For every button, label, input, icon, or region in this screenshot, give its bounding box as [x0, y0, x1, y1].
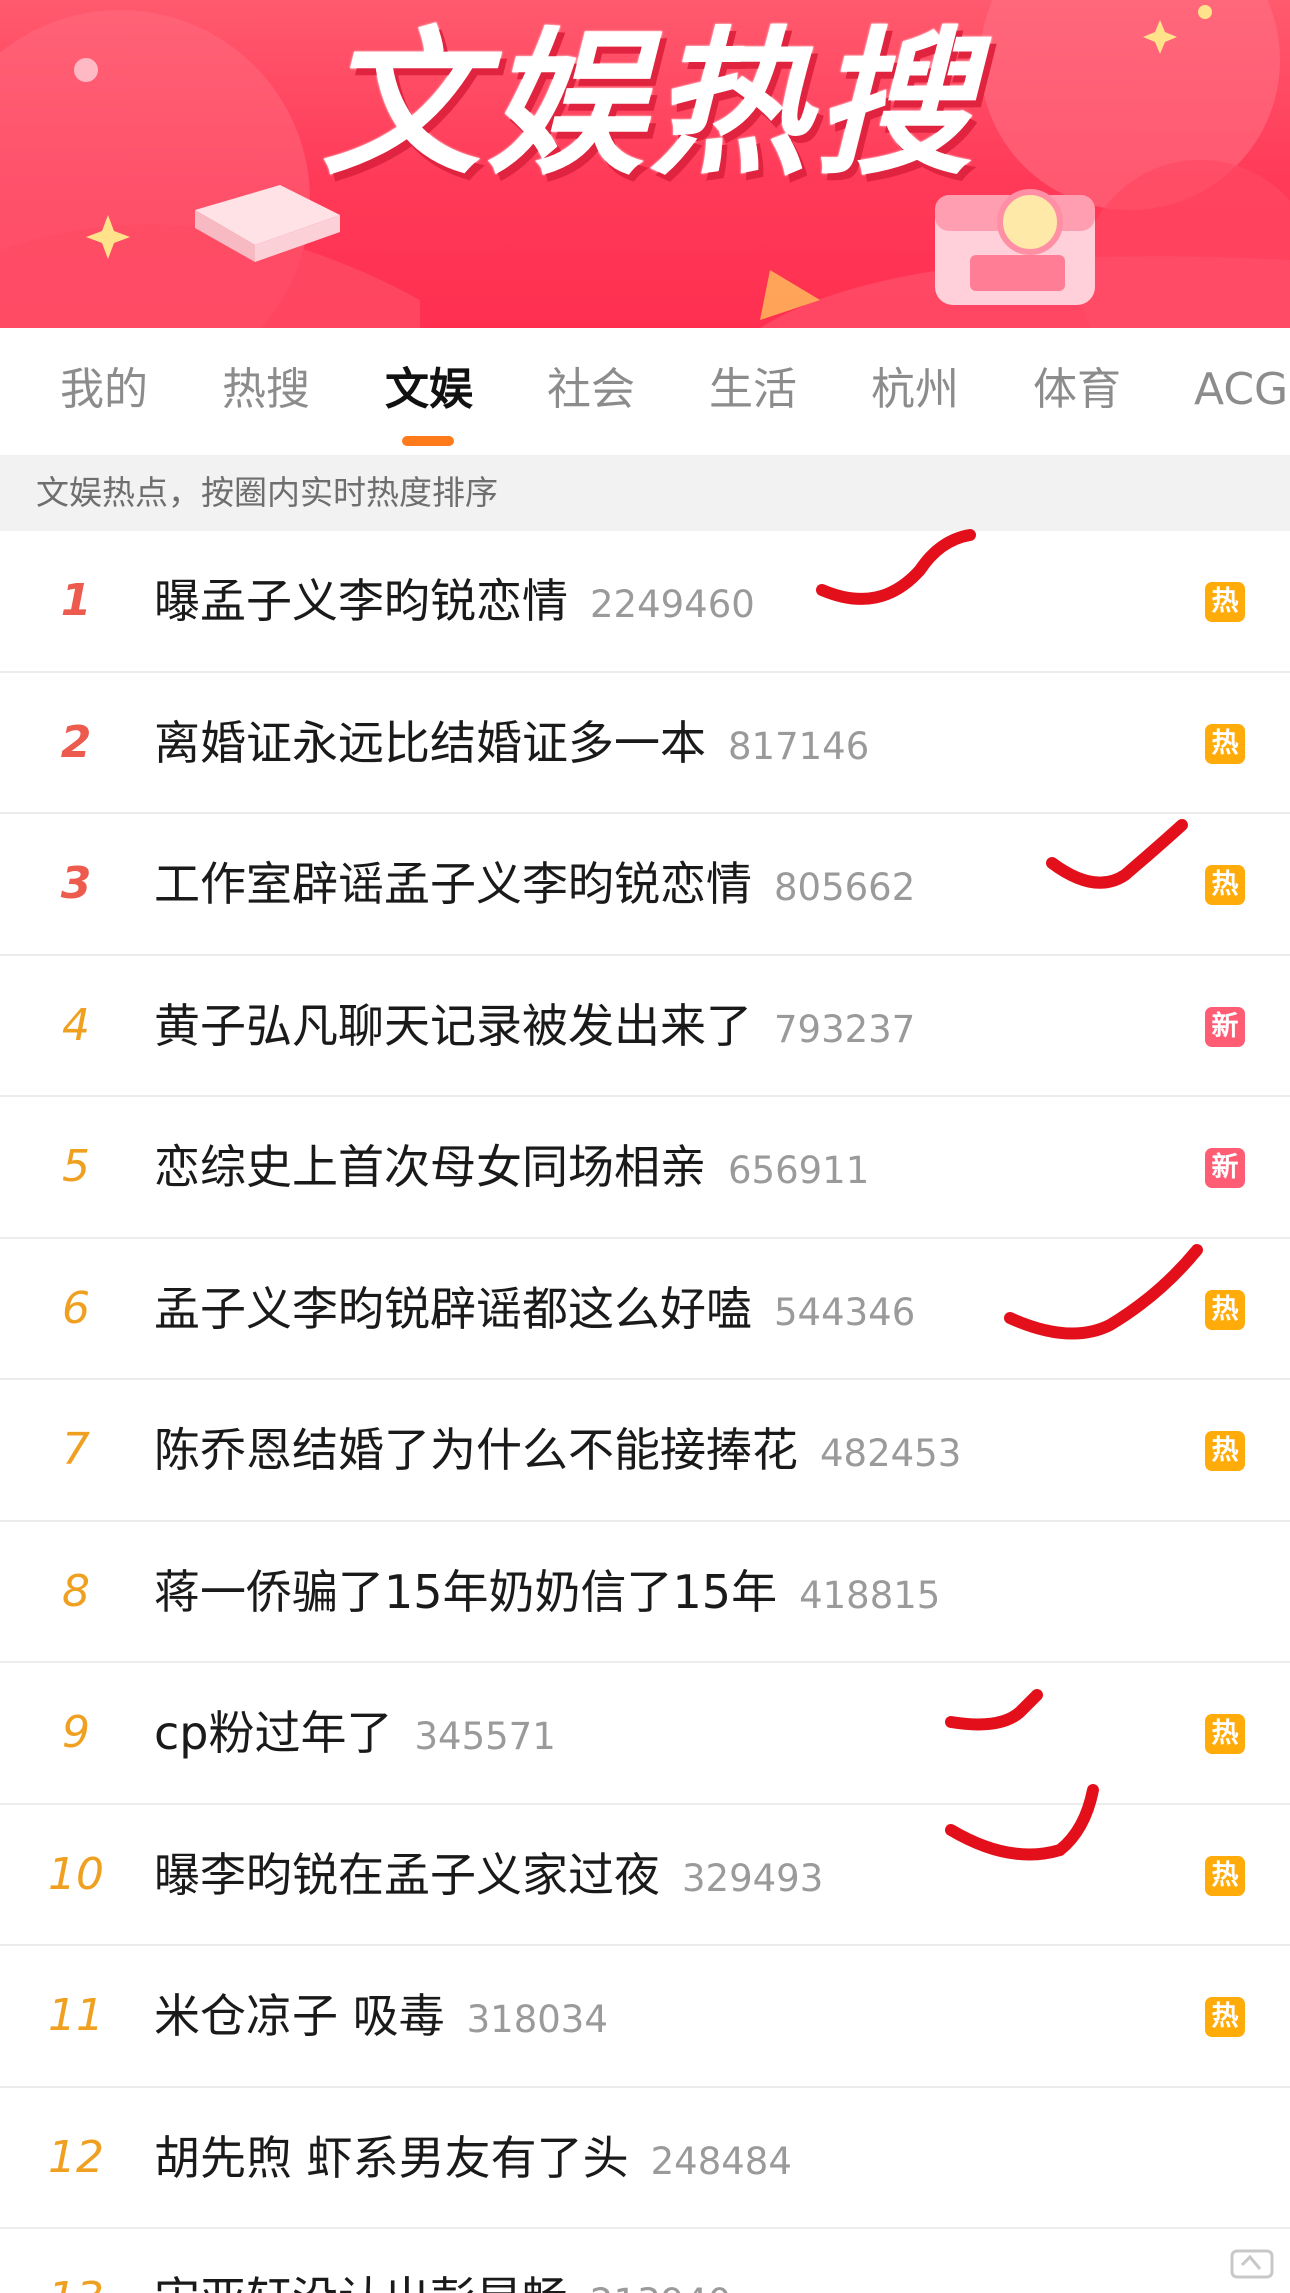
tab-entertainment[interactable]: 文娱: [385, 360, 473, 420]
item-text: 孟子义李昀锐辟谣都这么好嗑 544346: [154, 1239, 915, 1379]
item-title[interactable]: 黄子弘凡聊天记录被发出来了: [154, 999, 752, 1053]
item-title[interactable]: 宋亚轩没认出彭昱畅: [154, 2272, 568, 2293]
rank-number: 11: [48, 1990, 104, 2041]
hot-badge: 热: [1205, 1855, 1245, 1896]
heat-count: 318034: [466, 1998, 608, 2041]
item-title[interactable]: 蒋一侨骗了15年奶奶信了15年: [154, 1565, 777, 1619]
hot-search-list: 1 曝孟子义李昀锐恋情 2249460 热 2 离婚证永远比结婚证多一本 817146 热 3 工…: [0, 531, 1290, 2293]
item-title[interactable]: 陈乔恩结婚了为什么不能接捧花: [154, 1423, 798, 1477]
tab-life[interactable]: 生活: [709, 360, 797, 420]
item-text: 胡先煦 虾系男友有了头 248484: [154, 2088, 792, 2228]
new-badge: 新: [1205, 1148, 1245, 1188]
heat-count: 2249460: [590, 583, 755, 626]
list-item[interactable]: 4 黄子弘凡聊天记录被发出来了 793237 新: [0, 956, 1290, 1097]
category-tab-bar: 我的 热搜 文娱 社会 生活 杭州 体育 ACG: [0, 328, 1290, 454]
rank-number: 13: [36, 2229, 116, 2293]
rank-number: 8: [62, 1565, 90, 1617]
tab-sports[interactable]: 体育: [1033, 360, 1121, 420]
hot-badge: 热: [1205, 1714, 1245, 1754]
list-item[interactable]: 6 孟子义李昀锐辟谣都这么好嗑 544346 热: [0, 1239, 1290, 1380]
screenshot-corner-icon: [1230, 2249, 1274, 2279]
item-title[interactable]: 米仓凉子 吸毒: [154, 1989, 445, 2043]
item-text: 离婚证永远比结婚证多一本 817146: [154, 673, 869, 813]
item-title[interactable]: 曝孟子义李昀锐恋情: [154, 574, 568, 628]
heat-count: 329493: [682, 1856, 824, 1900]
rank-number: 5: [62, 1141, 90, 1192]
item-title[interactable]: cp粉过年了: [154, 1706, 393, 1760]
heat-count: 418815: [799, 1573, 941, 1617]
heat-count: 817146: [728, 724, 870, 768]
rank-number: 6: [62, 1282, 90, 1334]
new-badge: 新: [1205, 1006, 1245, 1047]
list-item[interactable]: 12 胡先煦 虾系男友有了头 248484: [0, 2088, 1290, 2229]
item-text: 黄子弘凡聊天记录被发出来了 793237: [154, 956, 915, 1096]
item-title[interactable]: 孟子义李昀锐辟谣都这么好嗑: [154, 1282, 752, 1336]
heat-count: 805662: [774, 866, 916, 909]
item-text: 米仓凉子 吸毒 318034: [154, 1946, 608, 2086]
item-title[interactable]: 工作室辟谣孟子义李昀锐恋情: [154, 857, 752, 911]
list-item[interactable]: 3 工作室辟谣孟子义李昀锐恋情 805662 热: [0, 814, 1290, 956]
tab-hot-search[interactable]: 热搜: [222, 360, 310, 420]
item-text: cp粉过年了 345571: [154, 1663, 556, 1803]
tab-society[interactable]: 社会: [547, 360, 635, 420]
item-text: 曝李昀锐在孟子义家过夜 329493: [154, 1805, 823, 1945]
item-text: 工作室辟谣孟子义李昀锐恋情 805662: [154, 814, 915, 954]
item-title[interactable]: 离婚证永远比结婚证多一本: [154, 716, 706, 770]
hot-badge: 热: [1205, 582, 1245, 622]
heat-count: 482453: [820, 1432, 962, 1475]
list-item[interactable]: 8 蒋一侨骗了15年奶奶信了15年 418815: [0, 1522, 1290, 1663]
hot-badge: 热: [1205, 865, 1245, 905]
list-item[interactable]: 13 宋亚轩没认出彭昱畅 213940: [0, 2229, 1290, 2293]
list-item[interactable]: 1 曝孟子义李昀锐恋情 2249460 热: [0, 531, 1290, 673]
heat-count: 213940: [590, 2281, 731, 2293]
tab-hangzhou[interactable]: 杭州: [871, 360, 959, 420]
active-tab-indicator: [402, 436, 454, 446]
rank-number: 7: [62, 1424, 90, 1475]
rank-number: 4: [62, 999, 90, 1051]
item-text: 宋亚轩没认出彭昱畅 213940: [154, 2229, 731, 2293]
hot-badge: 热: [1205, 723, 1245, 764]
rank-number: 3: [60, 858, 92, 909]
rank-number: 12: [48, 2131, 104, 2183]
camera-icon: [935, 189, 1095, 305]
list-item[interactable]: 11 米仓凉子 吸毒 318034 热: [0, 1946, 1290, 2088]
rank-number: 10: [48, 1848, 104, 1900]
tab-mine[interactable]: 我的: [60, 360, 148, 420]
item-text: 曝孟子义李昀锐恋情 2249460: [154, 531, 755, 671]
list-item[interactable]: 9 cp粉过年了 345571 热: [0, 1663, 1290, 1805]
heat-count: 345571: [414, 1715, 556, 1758]
banner: 文娱热搜: [0, 0, 1290, 328]
item-title[interactable]: 胡先煦 虾系男友有了头: [154, 2131, 629, 2185]
item-text: 蒋一侨骗了15年奶奶信了15年 418815: [154, 1522, 940, 1662]
rank-number: 1: [60, 575, 92, 626]
rank-number: 9: [62, 1707, 90, 1758]
rank-number: 2: [60, 716, 92, 768]
heat-count: 248484: [650, 2139, 792, 2183]
ranking-notice: 文娱热点，按圈内实时热度排序: [0, 455, 1290, 531]
heat-count: 544346: [774, 1290, 916, 1334]
banner-title: 文娱热搜: [322, 13, 978, 197]
hot-badge: 热: [1205, 1289, 1245, 1330]
list-item[interactable]: 2 离婚证永远比结婚证多一本 817146 热: [0, 673, 1290, 814]
list-item[interactable]: 10 曝李昀锐在孟子义家过夜 329493 热: [0, 1805, 1290, 1946]
item-text: 恋综史上首次母女同场相亲 656911: [154, 1097, 869, 1237]
tab-acg[interactable]: ACG: [1194, 360, 1288, 420]
item-text: 陈乔恩结婚了为什么不能接捧花 482453: [154, 1380, 961, 1520]
item-title[interactable]: 恋综史上首次母女同场相亲: [154, 1140, 706, 1194]
list-item[interactable]: 7 陈乔恩结婚了为什么不能接捧花 482453 热: [0, 1380, 1290, 1522]
hot-badge: 热: [1205, 1431, 1245, 1471]
hot-badge: 热: [1205, 1997, 1245, 2037]
item-title[interactable]: 曝李昀锐在孟子义家过夜: [154, 1848, 660, 1902]
heat-count: 656911: [728, 1149, 870, 1192]
list-item[interactable]: 5 恋综史上首次母女同场相亲 656911 新: [0, 1097, 1290, 1239]
heat-count: 793237: [774, 1007, 916, 1051]
